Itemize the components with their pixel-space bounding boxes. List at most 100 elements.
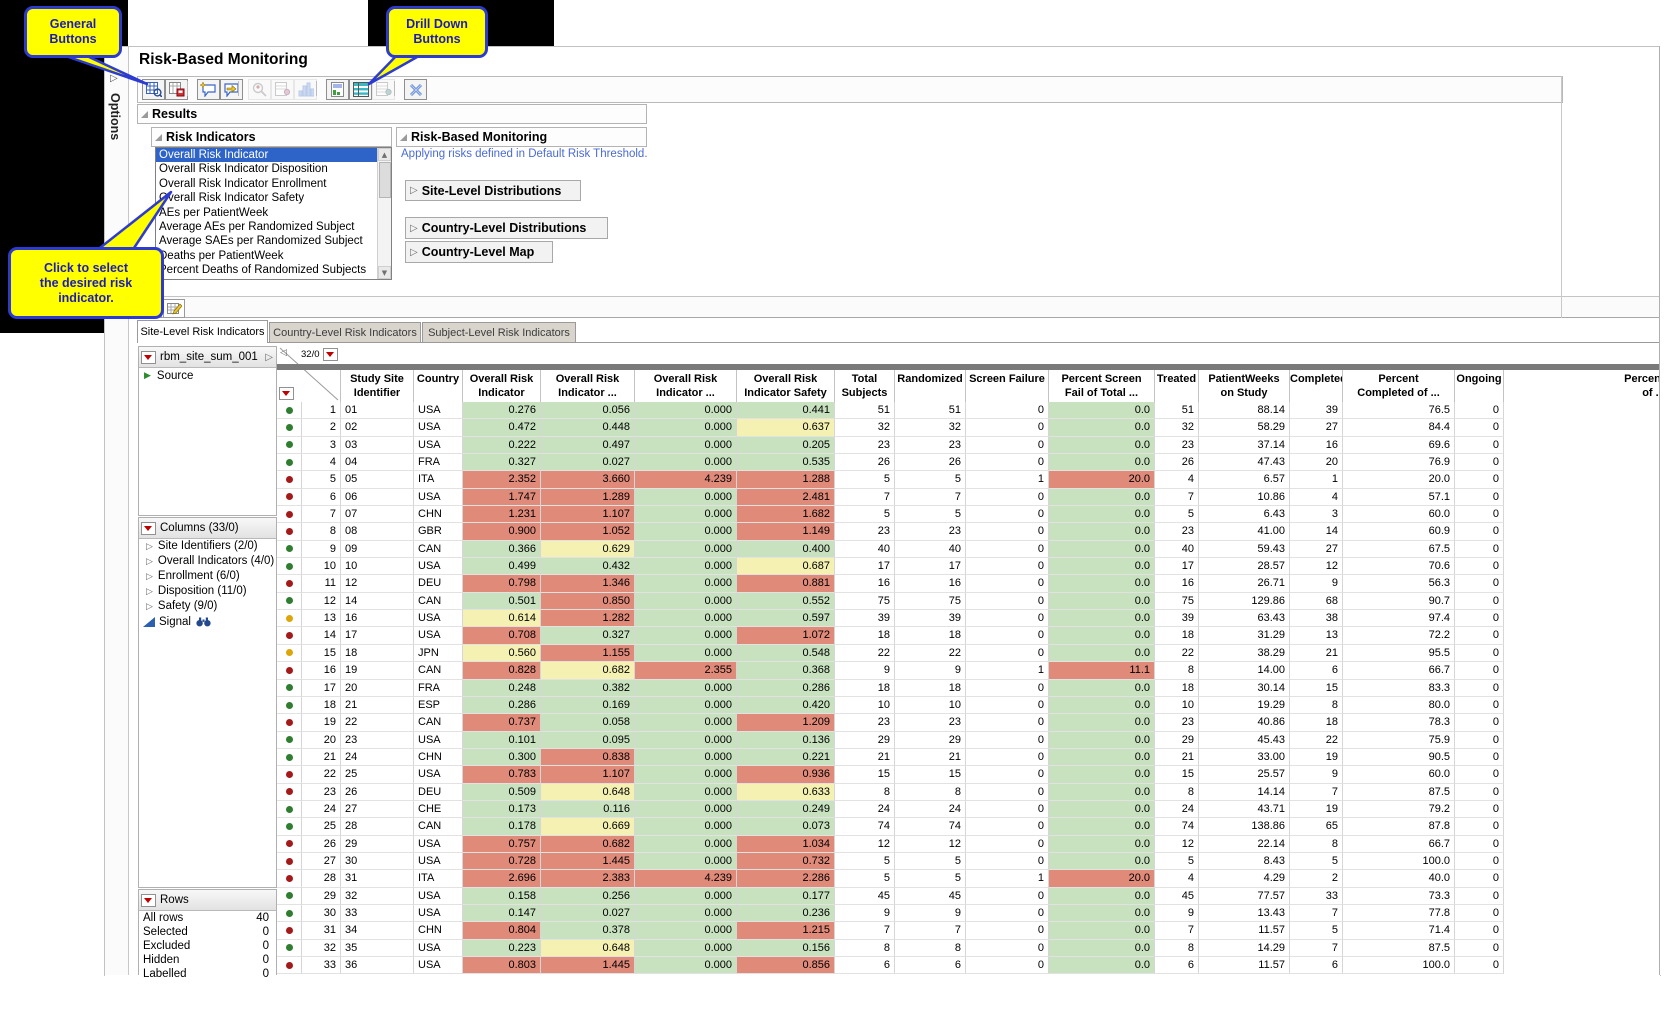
cell-ori: 0.737 (463, 714, 541, 731)
table-row[interactable]: 1821ESP0.2860.1690.0000.420101000.01019.… (277, 697, 1504, 714)
table-row[interactable]: 2730USA0.7281.4450.0000.7325500.058.4351… (277, 853, 1504, 870)
column-header-ongoing[interactable]: Ongoing (1455, 370, 1504, 402)
table-row[interactable]: 606USA1.7471.2890.0002.4817700.0710.8645… (277, 489, 1504, 506)
row-state-dot (277, 784, 302, 801)
table-row[interactable]: 1010USA0.4990.4320.0000.687171700.01728.… (277, 558, 1504, 575)
cell-patientweeks: 25.57 (1199, 766, 1290, 783)
table-row[interactable]: 3235USA0.2230.6480.0000.1568800.0814.297… (277, 940, 1504, 957)
column-group-item[interactable]: ▷Enrollment (6/0) (139, 569, 276, 584)
table-row[interactable]: 3033USA0.1470.0270.0000.2369900.0913.437… (277, 905, 1504, 922)
column-header-ori-safety[interactable]: Overall RiskIndicator Safety (737, 370, 835, 402)
columns-red-triangle-icon[interactable] (323, 348, 338, 361)
table-row[interactable]: 2528CAN0.1780.6690.0000.073747400.074138… (277, 818, 1504, 835)
column-header-ori-enrollment[interactable]: Overall RiskIndicator ... (635, 370, 737, 402)
cell-ori: 0.728 (463, 853, 541, 870)
cell-country: USA (414, 853, 463, 870)
group-disclosure-icon[interactable]: ▷ (146, 587, 153, 597)
site-risk-data-grid[interactable]: ◁ 32/0 Study SiteIdentifierCountryOveral… (277, 345, 1666, 975)
cell-completed: 13 (1290, 627, 1343, 644)
table-row[interactable]: 707CHN1.2311.1070.0001.6825500.056.43360… (277, 506, 1504, 523)
table-row[interactable]: 2023USA0.1010.0950.0000.136292900.02945.… (277, 732, 1504, 749)
cell-completed: 14 (1290, 523, 1343, 540)
source-run-icon[interactable]: ▶ (144, 371, 151, 381)
cell-treated: 23 (1155, 437, 1199, 454)
table-row[interactable]: 303USA0.2220.4970.0000.205232300.02337.1… (277, 437, 1504, 454)
grid-body[interactable]: 101USA0.2760.0560.0000.441515100.05188.1… (277, 402, 1504, 974)
column-header-state[interactable] (277, 370, 302, 402)
column-header-total-subjects[interactable]: TotalSubjects (835, 370, 895, 402)
cell-treated: 4 (1155, 471, 1199, 488)
table-row[interactable]: 1619CAN0.8280.6822.3550.36899111.1814.00… (277, 662, 1504, 679)
column-header-pct-screen-fail[interactable]: Percent ScreenFail of Total ... (1049, 370, 1155, 402)
red-triangle-menu-icon[interactable] (141, 894, 156, 907)
table-row[interactable]: 2225USA0.7831.1070.0000.936151500.01525.… (277, 766, 1504, 783)
column-header-ori-disposition[interactable]: Overall RiskIndicator ... (541, 370, 635, 402)
column-group-item[interactable]: ▷Disposition (11/0) (139, 584, 276, 599)
column-group-item[interactable]: ▷Overall Indicators (4/0) (139, 554, 276, 569)
column-header-rownum[interactable] (302, 370, 341, 402)
cell-ori-safety: 0.687 (737, 558, 835, 575)
column-header-patientweeks[interactable]: PatientWeekson Study (1199, 370, 1290, 402)
scroll-columns-left-icon[interactable]: ◁ (280, 348, 287, 358)
cell-patientweeks: 31.29 (1199, 627, 1290, 644)
panel-disclosure-icon[interactable]: ▷ (265, 352, 273, 363)
table-row[interactable]: 2932USA0.1580.2560.0000.177454500.04577.… (277, 888, 1504, 905)
table-row[interactable]: 3336USA0.8031.4450.0000.8566600.0611.576… (277, 957, 1504, 974)
cell-total-subjects: 32 (835, 419, 895, 436)
table-row[interactable]: 404FRA0.3270.0270.0000.535262600.02647.4… (277, 454, 1504, 471)
table-row[interactable]: 909CAN0.3660.6290.0000.400404000.04059.4… (277, 541, 1504, 558)
column-header-screen-failure[interactable]: Screen Failure (966, 370, 1049, 402)
table-row[interactable]: 202USA0.4720.4480.0000.637323200.03258.2… (277, 419, 1504, 436)
cell-rownum: 10 (302, 558, 341, 575)
table-panel-header[interactable]: rbm_site_sum_001 ▷ (139, 347, 276, 368)
column-group-item[interactable]: ▷Site Identifiers (2/0) (139, 539, 276, 554)
table-row[interactable]: 2831ITA2.6962.3834.2392.28655120.044.292… (277, 870, 1504, 887)
table-row[interactable]: 1417USA0.7080.3270.0001.072181800.01831.… (277, 627, 1504, 644)
row-stat: Selected0 (139, 925, 276, 939)
column-group-item[interactable]: ▷Safety (9/0) (139, 599, 276, 614)
table-row[interactable]: 1214CAN0.5010.8500.0000.552757500.075129… (277, 593, 1504, 610)
cell-pct-completed: 73.3 (1343, 888, 1455, 905)
group-disclosure-icon[interactable]: ▷ (146, 557, 153, 567)
column-header-site[interactable]: Study SiteIdentifier (341, 370, 414, 402)
table-row[interactable]: 1518JPN0.5601.1550.0000.548222200.02238.… (277, 645, 1504, 662)
cell-pct-completed: 72.2 (1343, 627, 1455, 644)
cell-pct-screen-fail: 0.0 (1049, 784, 1155, 801)
table-row[interactable]: 3134CHN0.8040.3780.0001.2157700.0711.575… (277, 922, 1504, 939)
column-header-completed[interactable]: Completed (1290, 370, 1343, 402)
source-row[interactable]: ▶ Source (139, 368, 276, 384)
column-header-pct-ongoing[interactable]: Percent Onof ... (1504, 370, 1666, 402)
column-header-randomized[interactable]: Randomized (895, 370, 966, 402)
rows-panel-header[interactable]: Rows (139, 890, 276, 911)
table-row[interactable]: 808GBR0.9001.0520.0001.149232300.02341.0… (277, 523, 1504, 540)
table-row[interactable]: 1720FRA0.2480.3820.0000.286181800.01830.… (277, 680, 1504, 697)
table-row[interactable]: 1112DEU0.7981.3460.0000.881161600.01626.… (277, 575, 1504, 592)
column-header-treated[interactable]: Treated (1155, 370, 1199, 402)
columns-panel-header[interactable]: Columns (33/0) (139, 518, 276, 539)
cell-ori-enrollment: 2.355 (635, 662, 737, 679)
risk-dot-r (286, 962, 293, 969)
red-triangle-menu-icon[interactable] (141, 522, 156, 535)
red-triangle-menu-icon[interactable] (141, 351, 156, 364)
table-row[interactable]: 1316USA0.6141.2820.0000.597393900.03963.… (277, 610, 1504, 627)
grid-header-row[interactable]: Study SiteIdentifierCountryOverall RiskI… (277, 370, 1666, 402)
table-row[interactable]: 2326DEU0.5090.6480.0000.6338800.0814.147… (277, 784, 1504, 801)
column-header-country[interactable]: Country (414, 370, 463, 402)
cell-completed: 33 (1290, 888, 1343, 905)
table-row[interactable]: 2629USA0.7570.6820.0001.034121200.01222.… (277, 836, 1504, 853)
table-row[interactable]: 2427CHE0.1730.1160.0000.249242400.02443.… (277, 801, 1504, 818)
group-disclosure-icon[interactable]: ▷ (146, 602, 153, 612)
group-disclosure-icon[interactable]: ▷ (146, 542, 153, 552)
table-row[interactable]: 505ITA2.3523.6604.2391.28855120.046.5712… (277, 471, 1504, 488)
table-row[interactable]: 2124CHN0.3000.8380.0000.221212100.02133.… (277, 749, 1504, 766)
table-row[interactable]: 1922CAN0.7370.0580.0001.209232300.02340.… (277, 714, 1504, 731)
cell-patientweeks: 28.57 (1199, 558, 1290, 575)
group-disclosure-icon[interactable]: ▷ (146, 572, 153, 582)
signal-row[interactable]: Signal (139, 614, 276, 630)
rowstate-red-triangle-icon[interactable] (279, 387, 294, 400)
cell-rownum: 1 (302, 402, 341, 419)
cell-ori-disposition: 0.027 (541, 905, 635, 922)
column-header-pct-completed[interactable]: PercentCompleted of ... (1343, 370, 1455, 402)
column-header-ori[interactable]: Overall RiskIndicator (463, 370, 541, 402)
table-row[interactable]: 101USA0.2760.0560.0000.441515100.05188.1… (277, 402, 1504, 419)
